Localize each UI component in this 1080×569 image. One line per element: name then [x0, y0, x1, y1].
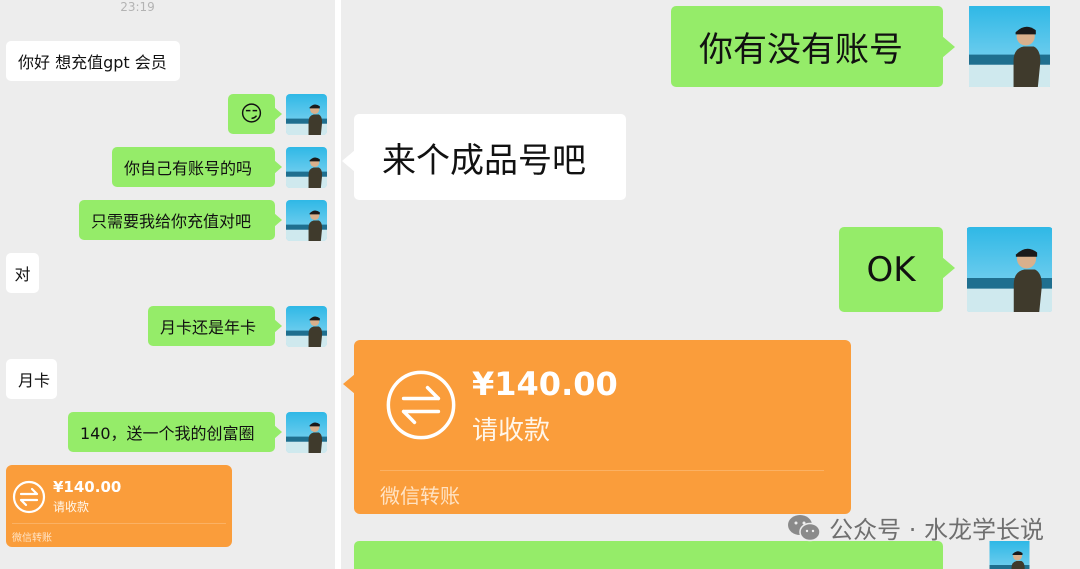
message-outgoing[interactable]: 你有没有账号	[671, 6, 955, 87]
self-avatar[interactable]	[966, 6, 1053, 87]
avatar-image	[286, 412, 327, 453]
message-timestamp: 23:19	[120, 0, 155, 14]
chat-panel-left: 23:19 你好 想充值gpt 会员 😏 你自己有账号的吗 只需要我给你充值对吧…	[0, 0, 335, 569]
avatar-image	[286, 147, 327, 188]
transfer-status: 请收款	[53, 500, 90, 514]
self-avatar[interactable]	[286, 306, 327, 347]
self-avatar[interactable]	[286, 94, 327, 135]
avatar-image	[286, 200, 327, 241]
message-text: 对	[14, 265, 31, 284]
self-avatar[interactable]	[966, 227, 1053, 312]
watermark: 公众号 · 水龙学长说	[787, 510, 1044, 545]
avatar-image	[286, 306, 327, 347]
wechat-icon	[788, 514, 821, 541]
message-outgoing[interactable]: 140，送一个我的创富圈	[68, 412, 282, 452]
message-outgoing-partial[interactable]	[354, 541, 943, 569]
self-avatar[interactable]	[286, 200, 327, 241]
transfer-status: 请收款	[472, 416, 551, 446]
message-text: 只需要我给你充值对吧	[91, 212, 252, 231]
self-avatar[interactable]	[286, 147, 327, 188]
avatar-image	[286, 94, 327, 135]
transfer-arrows-icon	[384, 368, 458, 442]
transfer-amount: ¥140.00	[472, 365, 618, 403]
transfer-footer: 微信转账	[380, 484, 460, 508]
transfer-amount: ¥140.00	[53, 478, 122, 496]
message-outgoing[interactable]: 只需要我给你充值对吧	[79, 200, 282, 240]
message-text: 月卡还是年卡	[160, 318, 257, 337]
avatar-image	[966, 227, 1053, 312]
message-outgoing[interactable]: OK	[839, 227, 955, 312]
message-text: 你好 想充值gpt 会员	[18, 53, 167, 72]
transfer-footer: 微信转账	[12, 533, 52, 544]
message-incoming[interactable]: 来个成品号吧	[342, 114, 626, 200]
transfer-arrows-icon	[12, 480, 46, 514]
message-incoming[interactable]: 对	[6, 253, 39, 293]
message-outgoing[interactable]: 月卡还是年卡	[148, 306, 282, 346]
self-avatar[interactable]	[286, 412, 327, 453]
message-outgoing-emoji[interactable]: 😏	[228, 94, 282, 134]
wechat-transfer-card[interactable]: ¥140.00 请收款 微信转账	[343, 340, 851, 514]
message-outgoing[interactable]: 你自己有账号的吗	[112, 147, 282, 187]
transfer-divider	[12, 523, 226, 524]
message-incoming[interactable]: 月卡	[6, 359, 57, 399]
wechat-transfer-card[interactable]: ¥140.00 请收款 微信转账	[6, 465, 232, 547]
smirk-emoji-icon: 😏	[240, 101, 263, 127]
avatar-image	[966, 6, 1053, 87]
watermark-text: 公众号 · 水龙学长说	[829, 516, 1044, 544]
message-text: 140，送一个我的创富圈	[80, 424, 255, 443]
message-text: 你有没有账号	[699, 30, 903, 70]
message-text: OK	[866, 249, 916, 290]
self-avatar[interactable]	[966, 541, 1053, 569]
avatar-image	[966, 541, 1053, 569]
message-incoming[interactable]: 你好 想充值gpt 会员	[6, 41, 180, 81]
message-text: 来个成品号吧	[382, 140, 586, 181]
message-text: 你自己有账号的吗	[124, 159, 253, 178]
transfer-divider	[380, 470, 824, 471]
message-text: 月卡	[18, 371, 51, 390]
chat-panel-right-zoomed: 你有没有账号 来个成品号吧 OK ¥140.00 请收款 微信转账	[341, 0, 1080, 569]
